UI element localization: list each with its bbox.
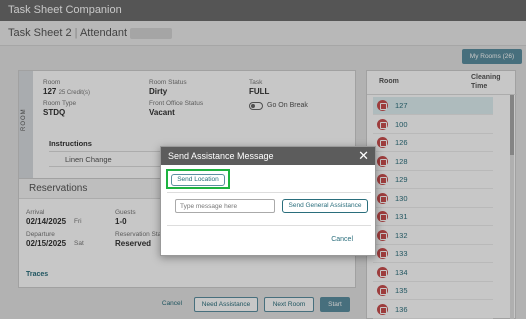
assistance-modal: Send Assistance Message ✕ Send Location … — [160, 146, 376, 256]
send-location-button[interactable]: Send Location — [171, 174, 225, 186]
message-input[interactable] — [175, 199, 275, 213]
modal-header: Send Assistance Message ✕ — [161, 147, 375, 165]
modal-title: Send Assistance Message — [168, 151, 274, 161]
close-icon[interactable]: ✕ — [358, 148, 369, 164]
modal-cancel-button[interactable]: Cancel — [331, 236, 353, 243]
modal-footer-divider — [167, 225, 371, 226]
modal-divider — [167, 192, 371, 193]
send-location-highlight: Send Location — [166, 169, 230, 189]
send-general-assistance-button[interactable]: Send General Assistance — [282, 199, 368, 213]
